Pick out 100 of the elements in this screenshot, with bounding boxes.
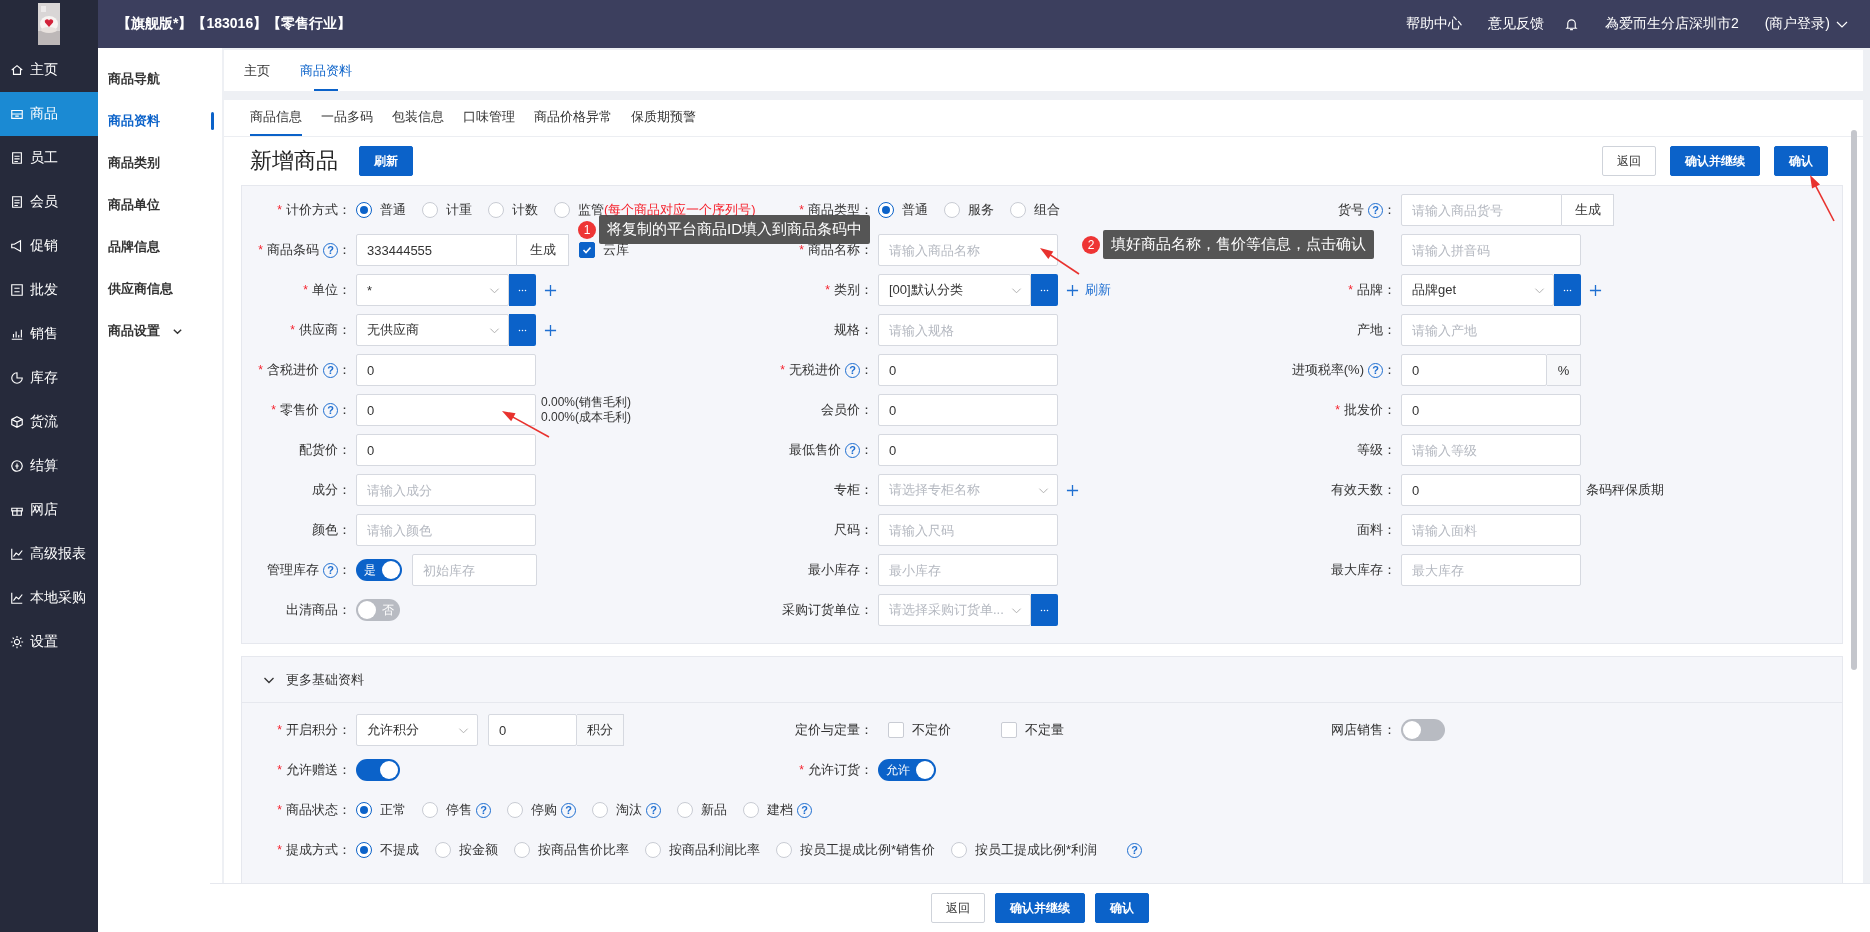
subnav-item[interactable]: 品牌信息 (98, 226, 222, 268)
radio-label[interactable]: 按员工提成比例*利润 (975, 841, 1098, 859)
radio-label[interactable]: 计重 (446, 201, 472, 219)
checkbox-label[interactable]: 不定价 (912, 721, 951, 739)
sidebar-item[interactable]: 高级报表 (0, 532, 98, 576)
input-field[interactable]: 请输入颜色 (356, 514, 536, 546)
sidebar-item[interactable]: 批发 (0, 268, 98, 312)
input-field[interactable]: 0 (878, 354, 1058, 386)
sidebar-item[interactable]: 本地采购 (0, 576, 98, 620)
account-menu[interactable]: (商户登录) (1764, 15, 1830, 33)
radio-label[interactable]: 普通 (902, 201, 928, 219)
radio-label[interactable]: 计数 (512, 201, 538, 219)
section-tab[interactable]: 商品信息 (250, 100, 302, 136)
generate-button[interactable]: 生成 (517, 234, 569, 266)
scrollbar-thumb[interactable] (1851, 130, 1857, 670)
refresh-button[interactable]: 刷新 (359, 146, 413, 176)
generate-button[interactable]: 生成 (1562, 194, 1614, 226)
input-field[interactable]: 请输入拼音码 (1401, 234, 1581, 266)
input-field[interactable]: 333444555 (356, 234, 517, 266)
sidebar-item[interactable]: 会员 (0, 180, 98, 224)
input-field[interactable]: 请输入面料 (1401, 514, 1581, 546)
sidebar-item[interactable]: 库存 (0, 356, 98, 400)
back-button[interactable]: 返回 (931, 893, 985, 923)
page-tab[interactable]: 商品资料 (300, 50, 352, 91)
add-icon[interactable] (544, 283, 557, 297)
input-field[interactable]: 0 (1401, 474, 1581, 506)
radio-label[interactable]: 不提成 (380, 841, 419, 859)
radio-label[interactable]: 按员工提成比例*销售价 (800, 841, 936, 859)
section-tab[interactable]: 口味管理 (463, 100, 515, 136)
radio-label[interactable]: 按金额 (459, 841, 498, 859)
input-field[interactable]: 请输入商品名称 (878, 234, 1058, 266)
select-field[interactable]: 无供应商 (356, 314, 509, 346)
sidebar-item[interactable]: 货流 (0, 400, 98, 444)
header-link[interactable]: 意见反馈 (1487, 15, 1544, 33)
input-field[interactable]: 最大库存 (1401, 554, 1581, 586)
sidebar-item[interactable]: 商品 (0, 92, 98, 136)
radio-label[interactable]: 按商品利润比率 (669, 841, 760, 859)
sidebar-item[interactable]: 结算 (0, 444, 98, 488)
input-field[interactable]: 0 (356, 354, 536, 386)
radio-label[interactable]: 新品 (701, 801, 727, 819)
sidebar-item[interactable]: 促销 (0, 224, 98, 268)
more-button[interactable] (1031, 274, 1058, 306)
input-field[interactable]: 0 (1401, 354, 1547, 386)
toggle-switch[interactable]: 是 (356, 559, 402, 581)
subnav-item[interactable]: 供应商信息 (98, 268, 222, 310)
select-field[interactable]: 品牌get (1401, 274, 1554, 306)
radio-label[interactable]: 正常 (380, 801, 406, 819)
radio-button[interactable] (356, 802, 372, 818)
sidebar-item[interactable]: 员工 (0, 136, 98, 180)
more-button[interactable] (509, 314, 536, 346)
confirm-button[interactable]: 确认并继续 (1670, 146, 1760, 176)
subnav-item[interactable]: 商品资料 (98, 100, 222, 142)
input-field[interactable]: 请输入产地 (1401, 314, 1581, 346)
sidebar-item[interactable]: 销售 (0, 312, 98, 356)
toggle-switch[interactable]: 允许 (878, 759, 936, 781)
input-field[interactable]: 0 (488, 714, 577, 746)
input-field[interactable]: 请输入尺码 (878, 514, 1058, 546)
radio-button[interactable] (878, 202, 894, 218)
section-tab[interactable]: 商品价格异常 (534, 100, 612, 136)
select-field[interactable]: [00]默认分类 (878, 274, 1031, 306)
checkbox[interactable] (579, 242, 595, 258)
input-field[interactable]: 0 (1401, 394, 1581, 426)
select-field[interactable]: 允许积分 (356, 714, 478, 746)
input-field[interactable]: 请输入规格 (878, 314, 1058, 346)
radio-label[interactable]: 淘汰 (616, 801, 642, 819)
confirm-button[interactable]: 确认 (1095, 893, 1149, 923)
confirm-button[interactable]: 确认 (1774, 146, 1828, 176)
toggle-switch[interactable] (356, 759, 400, 781)
input-field[interactable]: 初始库存 (412, 554, 537, 586)
checkbox-label[interactable]: 不定量 (1025, 721, 1064, 739)
more-button[interactable] (1031, 594, 1058, 626)
radio-button[interactable] (356, 202, 372, 218)
select-field[interactable]: * (356, 274, 509, 306)
input-field[interactable]: 请输入等级 (1401, 434, 1581, 466)
bell-icon[interactable] (1563, 16, 1579, 32)
refresh-link[interactable]: 刷新 (1085, 281, 1111, 299)
input-field[interactable]: 0 (356, 394, 536, 426)
radio-label[interactable]: 建档 (767, 801, 793, 819)
radio-label[interactable]: 停购 (531, 801, 557, 819)
section-tab[interactable]: 保质期预警 (631, 100, 696, 136)
subnav-item[interactable]: 商品类别 (98, 142, 222, 184)
add-icon[interactable] (544, 323, 557, 337)
input-field[interactable]: 最小库存 (878, 554, 1058, 586)
header-link[interactable]: 帮助中心 (1405, 15, 1462, 33)
page-tab[interactable]: 主页 (244, 50, 270, 91)
subnav-item[interactable]: 商品设置 (98, 310, 222, 352)
radio-label[interactable]: 普通 (380, 201, 406, 219)
input-field[interactable]: 0 (878, 434, 1058, 466)
back-button[interactable]: 返回 (1602, 146, 1656, 176)
add-icon[interactable] (1589, 283, 1602, 297)
radio-label[interactable]: 服务 (968, 201, 994, 219)
radio-button[interactable] (356, 842, 372, 858)
sidebar-item[interactable]: 网店 (0, 488, 98, 532)
input-field[interactable]: 请输入商品货号 (1401, 194, 1562, 226)
more-button[interactable] (509, 274, 536, 306)
radio-label[interactable]: 组合 (1034, 201, 1060, 219)
input-field[interactable]: 请输入成分 (356, 474, 536, 506)
add-icon[interactable] (1066, 283, 1079, 297)
subnav-item[interactable]: 商品导航 (98, 58, 222, 100)
more-button[interactable] (1554, 274, 1581, 306)
